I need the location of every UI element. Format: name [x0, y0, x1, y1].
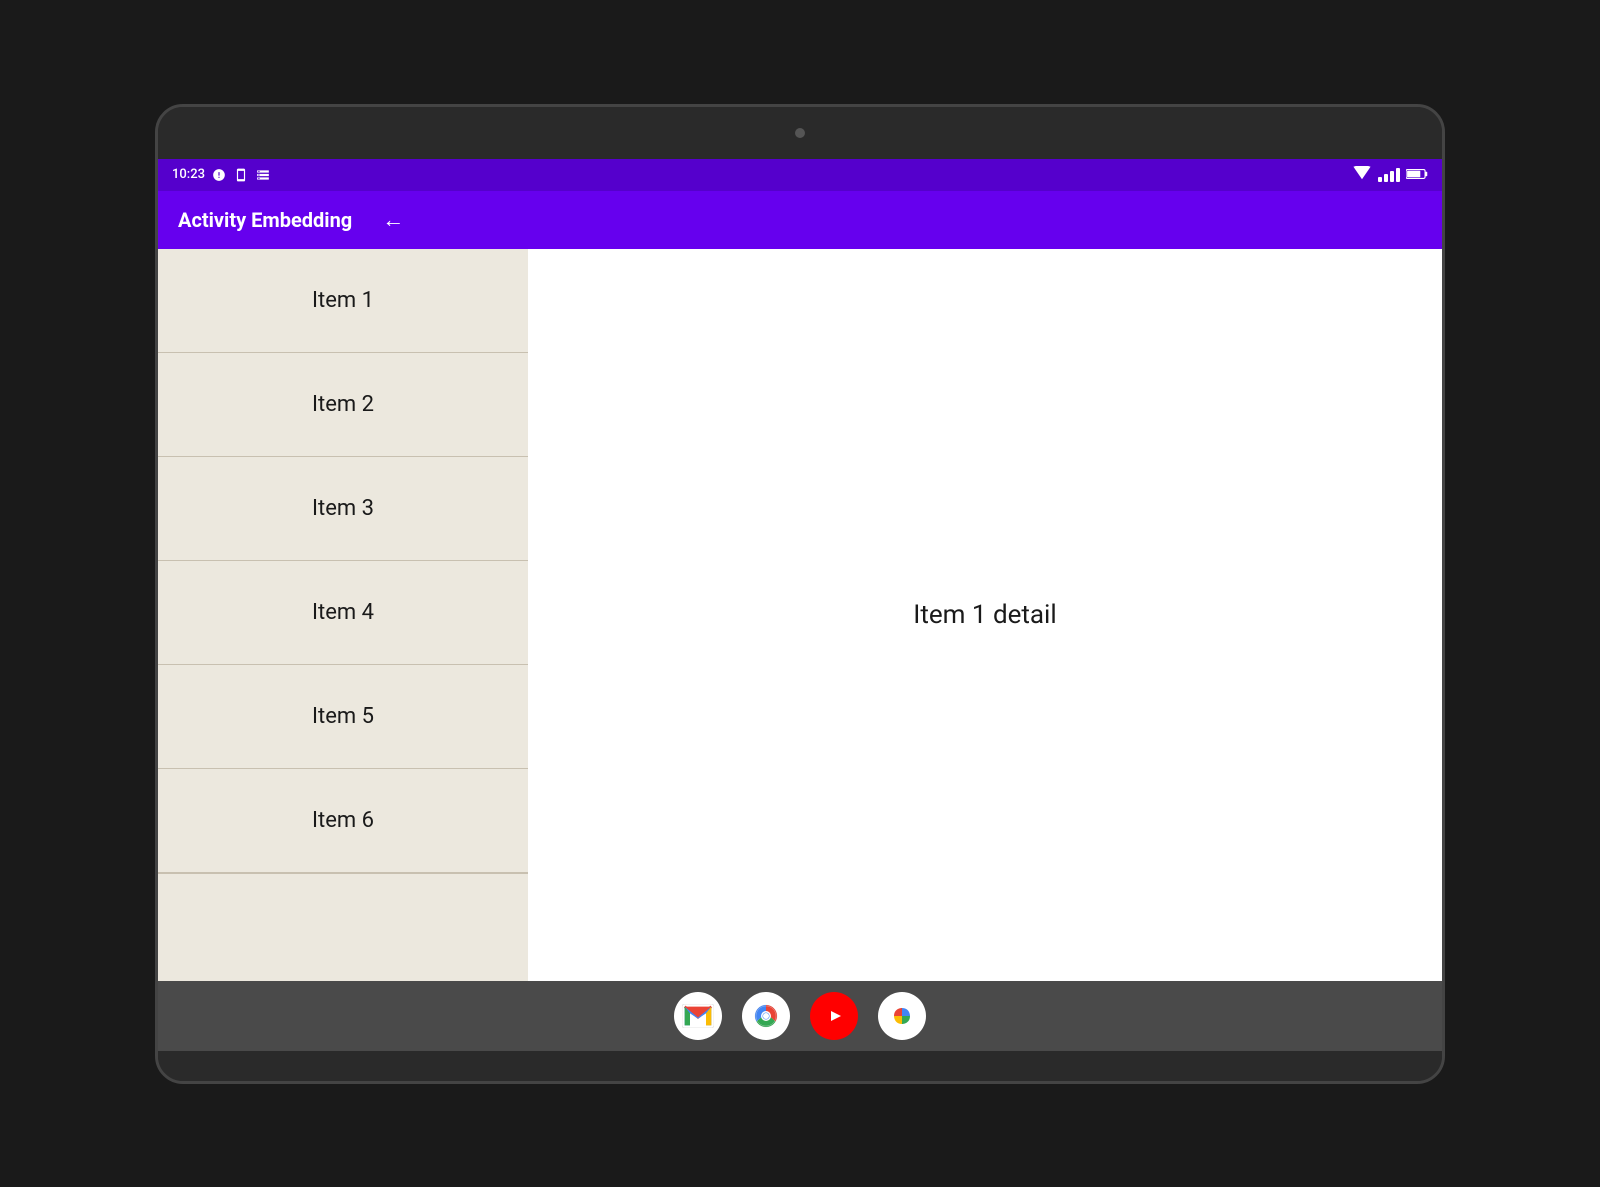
list-item-5-label: Item 5 — [312, 704, 374, 729]
list-bottom-padding — [158, 873, 528, 933]
list-item-1-label: Item 1 — [312, 288, 374, 313]
notification-icon — [211, 167, 227, 183]
list-item-6-label: Item 6 — [312, 808, 374, 833]
photos-icon[interactable] — [878, 992, 926, 1040]
tablet-screen: 10:23 — [158, 159, 1442, 1051]
list-item-6[interactable]: Item 6 — [158, 769, 528, 873]
tablet-bottom-bar — [158, 1051, 1442, 1081]
list-item-4-label: Item 4 — [312, 600, 374, 625]
status-bar: 10:23 — [158, 159, 1442, 191]
clock: 10:23 — [172, 167, 205, 182]
status-left: 10:23 — [172, 167, 271, 183]
list-item-3-label: Item 3 — [312, 496, 374, 521]
list-item-4[interactable]: Item 4 — [158, 561, 528, 665]
list-item-2[interactable]: Item 2 — [158, 353, 528, 457]
tablet-frame: 10:23 — [155, 104, 1445, 1084]
signal-icon — [1378, 168, 1400, 182]
camera-dot — [795, 128, 805, 138]
back-button[interactable]: ← — [382, 207, 404, 233]
wifi-icon — [1352, 165, 1372, 184]
bottom-dock — [158, 981, 1442, 1051]
list-item-3[interactable]: Item 3 — [158, 457, 528, 561]
main-content: Item 1 Item 2 Item 3 Item 4 Item 5 Item … — [158, 249, 1442, 981]
detail-text: Item 1 detail — [913, 600, 1056, 630]
screenshot-icon — [233, 167, 249, 183]
app-bar: Activity Embedding ← — [158, 191, 1442, 249]
app-bar-title: Activity Embedding — [178, 208, 352, 232]
list-item-1[interactable]: Item 1 — [158, 249, 528, 353]
list-item-2-label: Item 2 — [312, 392, 374, 417]
storage-icon — [255, 167, 271, 183]
list-item-5[interactable]: Item 5 — [158, 665, 528, 769]
battery-icon — [1406, 165, 1428, 184]
gmail-icon[interactable] — [674, 992, 722, 1040]
youtube-icon[interactable] — [810, 992, 858, 1040]
chrome-icon[interactable] — [742, 992, 790, 1040]
status-right — [1352, 165, 1428, 184]
list-panel: Item 1 Item 2 Item 3 Item 4 Item 5 Item … — [158, 249, 528, 981]
detail-panel: Item 1 detail — [528, 249, 1442, 981]
tablet-top-bar — [158, 107, 1442, 159]
